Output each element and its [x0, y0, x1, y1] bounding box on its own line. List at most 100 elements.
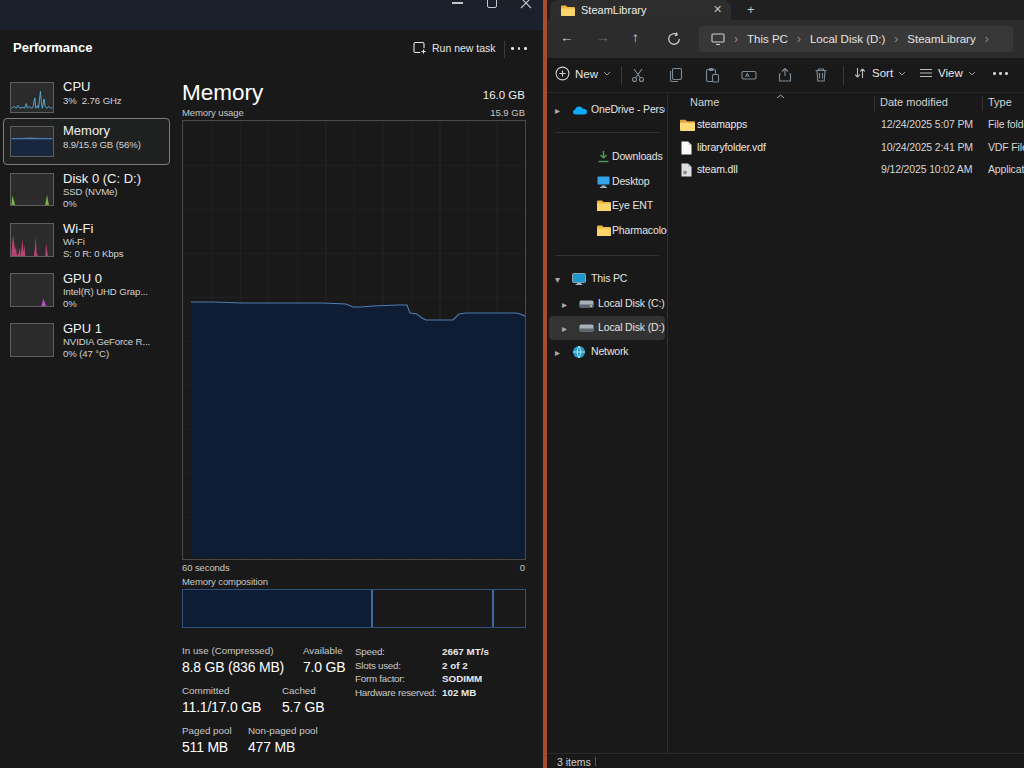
- minimize-icon[interactable]: [452, 2, 463, 4]
- composition-inuse-segment: [183, 590, 373, 627]
- desktop-icon: [597, 176, 610, 188]
- stat-committed-label: Committed: [182, 685, 229, 696]
- detail-hwreserved-label: Hardware reserved:: [355, 687, 437, 698]
- file-date: 12/24/2025 5:07 PM: [881, 118, 973, 130]
- explorer-statusbar: 3 items: [547, 753, 1024, 768]
- file-name: steamapps: [697, 118, 747, 130]
- maximize-icon[interactable]: [487, 0, 497, 8]
- drive-icon: [579, 300, 594, 308]
- column-headers: Name Date modified Type: [668, 94, 1024, 113]
- sidebar-item-eye-ent[interactable]: Eye ENT: [547, 194, 667, 218]
- sidebar-item-onedrive[interactable]: ▸ OneDrive - Persona: [547, 98, 667, 122]
- view-icon: [919, 66, 933, 80]
- sidebar-item-this-pc[interactable]: ▾ This PC: [547, 267, 667, 291]
- sort-button-label: Sort: [872, 67, 893, 79]
- chevron-right-icon: ▸: [562, 299, 567, 310]
- sidebar-item-label: OneDrive - Persona: [591, 103, 665, 115]
- sidebar-item-local-disk-c[interactable]: ▸ Local Disk (C:): [547, 292, 667, 316]
- detail-speed-label: Speed:: [355, 646, 385, 657]
- file-row-libraryfolder[interactable]: libraryfolder.vdf 10/24/2025 2:41 PM VDF…: [668, 137, 1024, 159]
- tm-sidebar-item-gpu1[interactable]: GPU 1 NVIDIA GeForce R... 0% (47 °C): [0, 319, 176, 366]
- back-icon[interactable]: ←: [560, 30, 574, 45]
- stat-cached-value: 5.7 GB: [282, 699, 324, 715]
- explorer-sidebar: ▸ OneDrive - Persona Downloads Desktop: [547, 93, 667, 753]
- memory-usage-graph: [182, 120, 526, 560]
- new-tab-icon[interactable]: +: [747, 2, 755, 17]
- address-bar[interactable]: › This PC › Local Disk (D:) › SteamLibra…: [699, 26, 1013, 52]
- sidebar-item-pharmacology[interactable]: Pharmacology: [547, 219, 667, 243]
- file-row-steamapps[interactable]: steamapps 12/24/2025 5:07 PM File folder: [668, 114, 1024, 136]
- sidebar-item-desktop[interactable]: Desktop: [547, 170, 667, 194]
- sidebar-item-network[interactable]: ▸ Network: [547, 340, 667, 364]
- sidebar-item-downloads[interactable]: Downloads: [547, 145, 667, 169]
- forward-icon[interactable]: →: [596, 30, 610, 45]
- stat-pagedpool-label: Paged pool: [182, 725, 232, 736]
- column-separator[interactable]: [982, 96, 983, 111]
- rename-icon[interactable]: [741, 67, 757, 83]
- cut-icon[interactable]: [630, 67, 646, 83]
- memory-mini-graph-icon: [10, 126, 54, 157]
- breadcrumb-this-pc[interactable]: This PC: [747, 33, 788, 45]
- delete-icon[interactable]: [813, 67, 829, 83]
- wifi-mini-graph-icon: [10, 223, 54, 257]
- sidebar-item-label: Local Disk (D:): [598, 321, 665, 333]
- stat-available-value: 7.0 GB: [303, 659, 345, 675]
- stat-cached-label: Cached: [282, 685, 316, 696]
- tm-sidebar-item-memory[interactable]: Memory 8.9/15.9 GB (56%): [0, 118, 176, 165]
- close-icon[interactable]: [520, 0, 532, 9]
- tm-sidebar-item-wifi[interactable]: Wi-Fi Wi-Fi S: 0 R: 0 Kbps: [0, 219, 176, 266]
- stat-nonpaged-label: Non-paged pool: [248, 725, 318, 736]
- tm-more-options-button[interactable]: [511, 47, 527, 50]
- paste-icon[interactable]: [704, 67, 720, 83]
- file-name: libraryfolder.vdf: [697, 141, 766, 153]
- file-name: steam.dll: [697, 163, 738, 175]
- column-type[interactable]: Type: [988, 96, 1012, 108]
- new-button[interactable]: New: [555, 66, 611, 81]
- detail-formfactor-value: SODIMM: [442, 673, 482, 684]
- tab-close-icon[interactable]: ✕: [713, 3, 722, 16]
- tm-sidebar-item-disk0[interactable]: Disk 0 (C: D:) SSD (NVMe) 0%: [0, 169, 176, 216]
- up-icon[interactable]: ↑: [632, 30, 639, 45]
- chevron-down-icon: ▾: [555, 274, 560, 285]
- view-button[interactable]: View: [919, 66, 976, 80]
- breadcrumb-local-disk-d[interactable]: Local Disk (D:): [810, 33, 885, 45]
- cpu-mini-graph-icon: [10, 82, 54, 113]
- stat-inuse-label: In use (Compressed): [182, 645, 273, 656]
- tm-sidebar-item-gpu0[interactable]: GPU 0 Intel(R) UHD Grap... 0%: [0, 269, 176, 316]
- column-separator[interactable]: [874, 96, 875, 111]
- memory-scale-max: 15.9 GB: [182, 107, 525, 118]
- chevron-down-icon: [968, 71, 976, 76]
- explorer-toolbar: New: [547, 58, 1024, 93]
- run-new-task-icon: [413, 41, 427, 55]
- share-icon[interactable]: [777, 67, 793, 83]
- breadcrumb-chevron: ›: [725, 32, 747, 46]
- toolbar-more-button[interactable]: [993, 72, 1008, 75]
- disk-mini-graph-icon: [10, 173, 54, 206]
- file-icon: [681, 141, 692, 155]
- tab-title: SteamLibrary: [581, 4, 646, 16]
- chevron-down-icon: [603, 71, 611, 76]
- file-row-steamdll[interactable]: steam.dll 9/12/2025 10:02 AM Application…: [668, 159, 1024, 181]
- column-name[interactable]: Name: [690, 96, 719, 108]
- sidebar-item-local-disk-d[interactable]: ▸ Local Disk (D:): [547, 316, 667, 340]
- gpu1-mini-graph-icon: [10, 323, 54, 357]
- copy-icon[interactable]: [667, 67, 683, 83]
- downloads-icon: [597, 150, 610, 163]
- column-date-modified[interactable]: Date modified: [880, 96, 948, 108]
- breadcrumb-steamlibrary[interactable]: SteamLibrary: [907, 33, 975, 45]
- explorer-tab[interactable]: SteamLibrary ✕: [550, 0, 731, 20]
- task-manager-window: Performance Run new task CPU 3% 2.76 GHz…: [0, 0, 543, 768]
- chevron-right-icon: ▸: [562, 323, 567, 334]
- tm-sidebar-item-cpu[interactable]: CPU 3% 2.76 GHz: [0, 76, 176, 123]
- detail-slots-value: 2 of 2: [442, 660, 468, 671]
- sidebar-item-label: Desktop: [612, 175, 649, 187]
- page-title: Performance: [13, 40, 92, 55]
- this-pc-icon: [711, 33, 725, 45]
- sort-button[interactable]: Sort: [853, 66, 906, 80]
- file-type: File folder: [988, 118, 1024, 130]
- memory-total: 16.0 GB: [182, 89, 525, 101]
- refresh-icon[interactable]: [667, 32, 681, 46]
- run-new-task-button[interactable]: Run new task: [413, 41, 496, 55]
- breadcrumb-chevron: ›: [976, 32, 998, 46]
- onedrive-icon: [572, 105, 588, 115]
